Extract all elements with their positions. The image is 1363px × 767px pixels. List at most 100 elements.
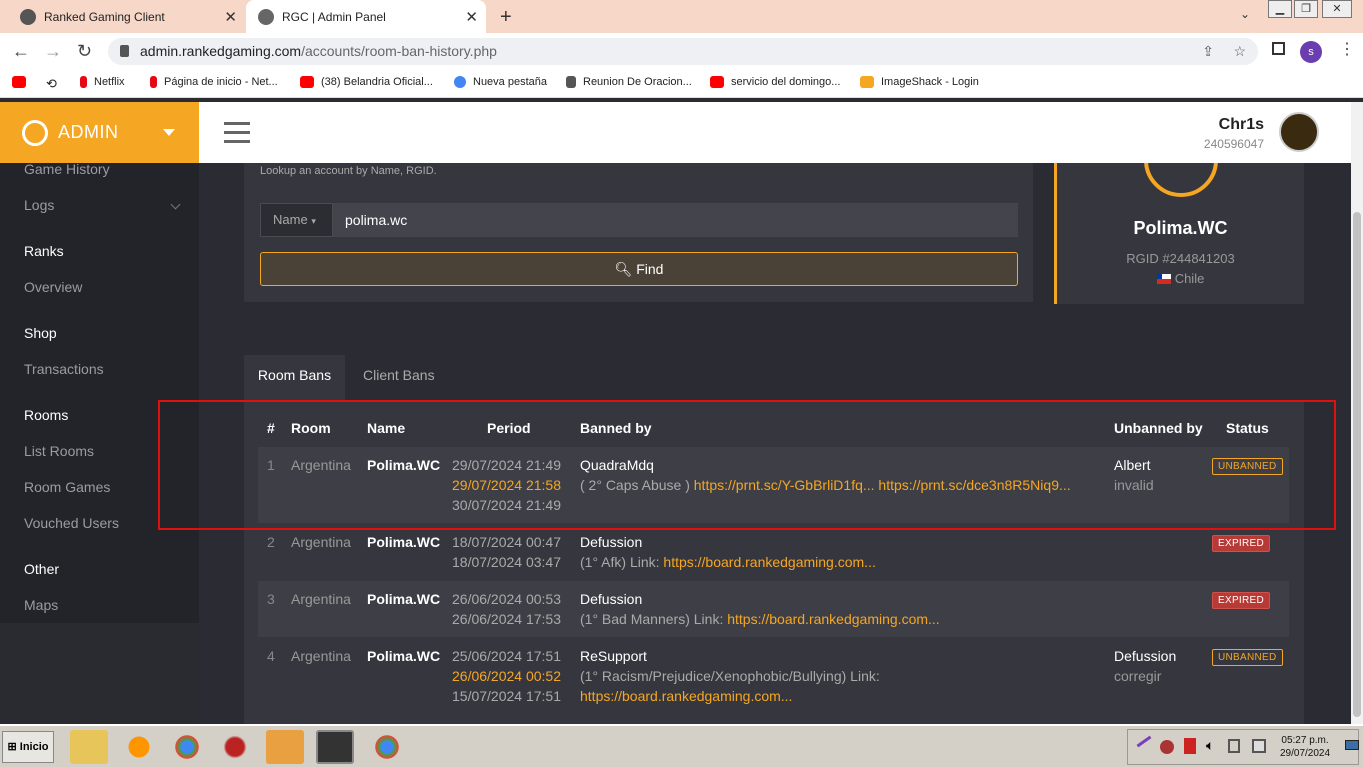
chile-flag-icon [1156, 274, 1171, 284]
status-badge: EXPIRED [1212, 592, 1271, 609]
search-input[interactable]: polima.wc [333, 203, 1018, 237]
sidebar-item-maps[interactable]: Maps [24, 597, 58, 613]
page-scrollbar[interactable] [1351, 102, 1363, 724]
bookmark-star-icon[interactable]: ☆ [1233, 38, 1246, 65]
device-icon[interactable] [1228, 739, 1240, 753]
sidebar-item-game-history[interactable]: Game History [24, 161, 110, 177]
sidebar-item-overview[interactable]: Overview [24, 279, 82, 295]
search-panel: Lookup an account by Name, RGID. Name ▾ … [244, 163, 1033, 302]
close-tab-icon[interactable]: ✕ [224, 8, 237, 26]
sidebar-section-other: Other [24, 561, 60, 577]
game-icon[interactable] [316, 730, 354, 764]
forward-icon[interactable]: → [44, 41, 62, 62]
row-num: 4 [267, 648, 275, 664]
row-name: Polima.WC [367, 648, 441, 664]
row-name: Polima.WC [367, 534, 441, 550]
browser-tab-admin-panel[interactable]: RGC | Admin Panel ✕ [246, 0, 486, 33]
lock-icon [120, 45, 129, 57]
reload-icon[interactable]: ↻ [77, 41, 92, 62]
media-player-icon[interactable] [266, 730, 304, 764]
menu-kebab-icon[interactable]: ⋮ [1339, 39, 1355, 59]
url-field[interactable]: admin.rankedgaming.com/accounts/room-ban… [108, 38, 1258, 65]
side-panel-icon[interactable] [1272, 42, 1285, 55]
back-icon[interactable]: ← [12, 41, 30, 62]
antivirus-icon[interactable] [1160, 740, 1174, 754]
evidence-link[interactable]: https://board.rankedgaming.com... [580, 686, 880, 706]
bookmark-new-tab[interactable]: Nueva pestaña [454, 76, 547, 88]
search-type-dropdown[interactable]: Name ▾ [260, 203, 333, 237]
bookmark-servicio[interactable]: servicio del domingo... [710, 76, 840, 88]
hamburger-menu-icon[interactable] [224, 122, 250, 144]
bookmark-netflix-home[interactable]: Página de inicio - Net... [150, 76, 278, 88]
row-unbanned-by: Defussion corregir [1114, 648, 1177, 684]
row-banned-by: ReSupport (1° Racism/Prejudice/Xenophobi… [580, 648, 880, 706]
show-desktop-icon[interactable] [1345, 740, 1359, 750]
logo-text: ADMIN [58, 122, 119, 142]
scroll-thumb[interactable] [1353, 212, 1361, 717]
row-num: 2 [267, 534, 275, 550]
start-button[interactable]: ⊞ Inicio [2, 731, 54, 763]
row-room: Argentina [291, 648, 351, 664]
chrome-active-icon[interactable] [368, 730, 406, 764]
browser-tab-strip: Ranked Gaming Client ✕ RGC | Admin Panel… [0, 0, 1363, 33]
chrome-icon[interactable] [168, 730, 206, 764]
rg-logo-icon [22, 119, 48, 146]
browser-tab-ranked-client[interactable]: Ranked Gaming Client ✕ [0, 0, 245, 33]
caret-down-icon[interactable] [163, 129, 175, 136]
bookmark-belandria[interactable]: (38) Belandria Oficial... [300, 76, 433, 88]
rgc-client-icon[interactable] [216, 730, 254, 764]
user-avatar[interactable] [1279, 112, 1319, 152]
user-id: 240596047 [1203, 137, 1264, 151]
sidebar-footer [0, 623, 199, 724]
sidebar-item-transactions[interactable]: Transactions [24, 361, 104, 377]
row-name: Polima.WC [367, 591, 441, 607]
chevron-down-icon[interactable] [170, 199, 181, 210]
sidebar-item-list-rooms[interactable]: List Rooms [24, 443, 94, 459]
find-button[interactable]: 🔍︎ Find [260, 252, 1018, 286]
tab-room-bans[interactable]: Room Bans [244, 355, 345, 401]
history-icon[interactable]: ⟲ [46, 76, 57, 92]
row-room: Argentina [291, 591, 351, 607]
annotation-highlight-box [158, 400, 1336, 530]
youtube-icon[interactable] [12, 76, 33, 88]
evidence-link[interactable]: https://board.rankedgaming.com... [727, 611, 939, 627]
restore-icon[interactable]: ❐ [1294, 0, 1318, 18]
sidebar-item-logs[interactable]: Logs [24, 197, 54, 213]
minimize-icon[interactable]: ▁ [1268, 0, 1292, 18]
sidebar-section-ranks: Ranks [24, 243, 64, 259]
bookmark-netflix[interactable]: Netflix [80, 76, 125, 88]
search-icon: 🔍︎ [614, 261, 633, 277]
close-window-icon[interactable]: ✕ [1322, 0, 1352, 18]
share-icon[interactable]: ⇪ [1202, 38, 1214, 65]
volume-icon[interactable]: 🔈︎ [1206, 737, 1214, 754]
url-path: /accounts/room-ban-history.php [301, 43, 497, 59]
sidebar-section-shop: Shop [24, 325, 57, 341]
close-tab-icon[interactable]: ✕ [465, 8, 478, 26]
profile-avatar-icon [1144, 163, 1218, 197]
row-period: 18/07/2024 00:47 18/07/2024 03:47 [452, 534, 561, 570]
profile-avatar[interactable]: s [1300, 41, 1322, 63]
new-tab-icon[interactable]: + [500, 6, 512, 29]
row-period: 25/06/2024 17:51 26/06/2024 00:52 15/07/… [452, 648, 561, 704]
table-row[interactable]: 2 Argentina Polima.WC 18/07/2024 00:47 1… [258, 524, 1289, 580]
sidebar-item-room-games[interactable]: Room Games [24, 479, 110, 495]
admin-logo[interactable]: ADMIN [0, 102, 199, 163]
pen-icon[interactable] [1136, 735, 1152, 748]
bookmarks-bar: ⟲ Netflix Página de inicio - Net... (38)… [0, 70, 1363, 98]
tab-client-bans[interactable]: Client Bans [363, 355, 435, 395]
bookmark-reunion[interactable]: Reunion De Oracion... [566, 76, 692, 88]
file-explorer-icon[interactable] [70, 730, 108, 764]
evidence-link[interactable]: https://board.rankedgaming.com... [663, 554, 875, 570]
firefox-icon[interactable] [120, 730, 158, 764]
bookmark-imageshack[interactable]: ImageShack - Login [860, 76, 979, 88]
network-icon[interactable] [1252, 739, 1266, 753]
sidebar-item-vouched-users[interactable]: Vouched Users [24, 515, 119, 531]
profile-card: Polima.WC RGID #244841203 Chile [1054, 163, 1304, 304]
search-hint: Lookup an account by Name, RGID. [260, 165, 437, 177]
tab-search-chevron-icon[interactable]: ⌄ [1240, 7, 1250, 21]
taskbar-clock[interactable]: 05:27 p.m. 29/07/2024 [1280, 734, 1330, 760]
security-alert-icon[interactable] [1184, 738, 1196, 754]
table-row[interactable]: 4 Argentina Polima.WC 25/06/2024 17:51 2… [258, 638, 1289, 718]
tab-favicon-icon [20, 8, 36, 25]
table-row[interactable]: 3 Argentina Polima.WC 26/06/2024 00:53 2… [258, 581, 1289, 637]
